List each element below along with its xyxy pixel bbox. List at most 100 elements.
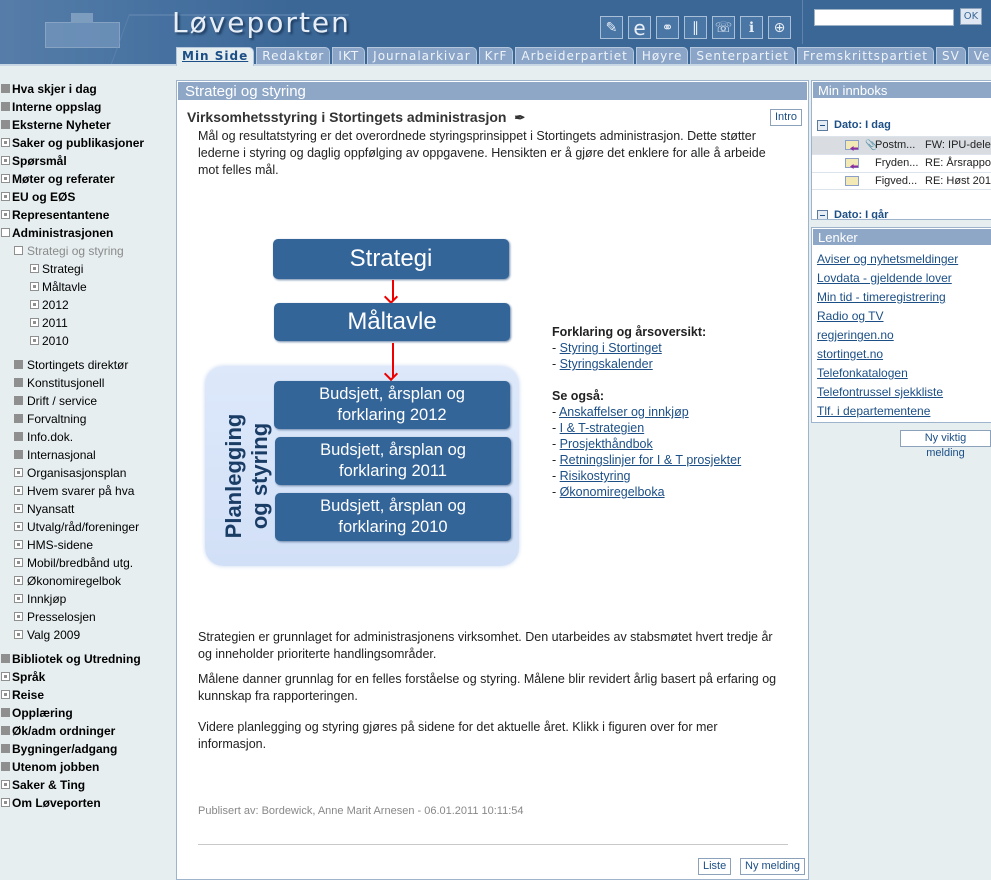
- collapsed-node-icon[interactable]: [30, 282, 39, 291]
- nav-item[interactable]: Måltavle: [0, 278, 172, 296]
- nav-item[interactable]: Bygninger/adgang: [0, 740, 172, 758]
- link-tlf-departementene[interactable]: Tlf. i departementene: [817, 402, 991, 421]
- nav-item-label[interactable]: Interne oppslag: [12, 98, 101, 116]
- collapsed-node-icon[interactable]: [30, 336, 39, 345]
- tab-senterpartiet[interactable]: Senterpartiet: [690, 47, 796, 64]
- mail-row[interactable]: Figved... RE: Høst 2011: [812, 172, 991, 190]
- list-button[interactable]: Liste: [698, 858, 732, 875]
- tab-krf[interactable]: KrF: [478, 47, 514, 64]
- nav-item-label[interactable]: Spørsmål: [12, 152, 67, 170]
- nav-item-label[interactable]: Presselosjen: [27, 608, 96, 626]
- nav-item-label[interactable]: Bibliotek og Utredning: [12, 650, 141, 668]
- tab-ikt[interactable]: IKT: [332, 47, 366, 64]
- nav-item-label[interactable]: Utvalg/råd/foreninger: [27, 518, 139, 536]
- nav-item-label[interactable]: Administrasjonen: [12, 224, 113, 242]
- link-radio-tv[interactable]: Radio og TV: [817, 307, 991, 326]
- collapsed-node-icon[interactable]: [1, 210, 10, 219]
- nav-item[interactable]: Forvaltning: [0, 410, 172, 428]
- nav-item[interactable]: Reise: [0, 686, 172, 704]
- nav-item[interactable]: Møter og referater: [0, 170, 172, 188]
- nav-item[interactable]: Hvem svarer på hva: [0, 482, 172, 500]
- collapsed-node-icon[interactable]: [1, 780, 10, 789]
- nav-item[interactable]: Språk: [0, 668, 172, 686]
- inbox-group-today[interactable]: Dato: I dag: [817, 119, 891, 131]
- search-input[interactable]: [814, 9, 954, 26]
- collapsed-node-icon[interactable]: [30, 318, 39, 327]
- nav-item-label[interactable]: Info.dok.: [27, 428, 73, 446]
- diagram-box-budget-2010[interactable]: Budsjett, årsplan og forklaring 2010: [275, 493, 511, 541]
- nav-item[interactable]: Konstitusjonell: [0, 374, 172, 392]
- nav-item[interactable]: Mobil/bredbånd utg.: [0, 554, 172, 572]
- nav-item-label[interactable]: Strategi: [42, 260, 83, 278]
- link-risikostyring[interactable]: Risikostyring: [560, 469, 631, 483]
- nav-item[interactable]: Nyansatt: [0, 500, 172, 518]
- nav-item-label[interactable]: 2010: [42, 332, 69, 350]
- collapse-icon[interactable]: [817, 119, 828, 131]
- link-styringskalender[interactable]: Styringskalender: [560, 357, 653, 371]
- nav-item-label[interactable]: Representantene: [12, 206, 109, 224]
- nav-item-label[interactable]: 2012: [42, 296, 69, 314]
- nav-item[interactable]: EU og EØS: [0, 188, 172, 206]
- mail-row[interactable]: Fryden... RE: Årsrappo: [812, 154, 991, 172]
- link-prosjekthandbok[interactable]: Prosjekthåndbok: [560, 437, 653, 451]
- nav-item[interactable]: 2011: [0, 314, 172, 332]
- globe-search-icon[interactable]: ⊕: [768, 16, 791, 39]
- tab-journalarkivar[interactable]: Journalarkivar: [367, 47, 477, 64]
- link-aviser[interactable]: Aviser og nyhetsmeldinger: [817, 250, 991, 269]
- tab-fremskrittspartiet[interactable]: Fremskrittspartiet: [797, 47, 934, 64]
- diagram-box-budget-2011[interactable]: Budsjett, årsplan og forklaring 2011: [275, 437, 511, 485]
- collapsed-node-icon[interactable]: [14, 612, 23, 621]
- link-anskaffelser[interactable]: Anskaffelser og innkjøp: [559, 405, 689, 419]
- nav-item[interactable]: Om Løveporten: [0, 794, 172, 812]
- nav-item-label[interactable]: Utenom jobben: [12, 758, 99, 776]
- collapsed-node-icon[interactable]: [1, 672, 10, 681]
- nav-item[interactable]: Valg 2009: [0, 626, 172, 644]
- nav-item-label[interactable]: Konstitusjonell: [27, 374, 104, 392]
- nav-item-label[interactable]: Språk: [12, 668, 45, 686]
- nav-item-label[interactable]: Strategi og styring: [27, 242, 124, 260]
- nav-item-label[interactable]: Organisasjonsplan: [27, 464, 126, 482]
- link-chain-icon[interactable]: ⚭: [656, 16, 679, 39]
- new-important-message-button[interactable]: Ny viktig melding: [900, 430, 991, 459]
- collapse-icon[interactable]: [817, 209, 828, 219]
- nav-item-label[interactable]: Stortingets direktør: [27, 356, 128, 374]
- nav-item[interactable]: Stortingets direktør: [0, 356, 172, 374]
- nav-item[interactable]: Opplæring: [0, 704, 172, 722]
- mail-row[interactable]: 📎 Postm... FW: IPU-dele: [812, 136, 991, 154]
- nav-item[interactable]: Administrasjonen: [0, 224, 172, 242]
- nav-item-label[interactable]: Måltavle: [42, 278, 87, 296]
- collapsed-node-icon[interactable]: [1, 174, 10, 183]
- collapsed-node-icon[interactable]: [1, 156, 10, 165]
- diagram-box-maltavle[interactable]: Måltavle: [274, 303, 510, 341]
- tab-redaktor[interactable]: Redaktør: [256, 47, 331, 64]
- nav-item-label[interactable]: EU og EØS: [12, 188, 75, 206]
- collapsed-node-icon[interactable]: [14, 630, 23, 639]
- tab-sv[interactable]: SV: [935, 47, 966, 64]
- nav-item[interactable]: Drift / service: [0, 392, 172, 410]
- link-min-tid[interactable]: Min tid - timeregistrering: [817, 288, 991, 307]
- nav-item-label[interactable]: Mobil/bredbånd utg.: [27, 554, 133, 572]
- nav-item-label[interactable]: Hvem svarer på hva: [27, 482, 134, 500]
- link-styring-i-stortinget[interactable]: Styring i Stortinget: [560, 341, 662, 355]
- nav-item-label[interactable]: Saker og publikasjoner: [12, 134, 144, 152]
- nav-item[interactable]: Representantene: [0, 206, 172, 224]
- fork-knife-icon[interactable]: ∥: [684, 16, 707, 39]
- collapsed-node-icon[interactable]: [14, 522, 23, 531]
- diagram-box-strategi[interactable]: Strategi: [273, 239, 509, 279]
- collapsed-node-icon[interactable]: [1, 192, 10, 201]
- nav-item[interactable]: Internasjonal: [0, 446, 172, 464]
- nav-item-label[interactable]: Møter og referater: [12, 170, 115, 188]
- nav-item[interactable]: Økonomiregelbok: [0, 572, 172, 590]
- link-stortinget[interactable]: stortinget.no: [817, 345, 991, 364]
- new-message-button[interactable]: Ny melding: [740, 858, 806, 875]
- link-retningslinjer[interactable]: Retningslinjer for I & T prosjekter: [560, 453, 742, 467]
- inbox-group-yesterday[interactable]: Dato: I går: [817, 209, 888, 219]
- nav-item[interactable]: Strategi og styring: [0, 242, 172, 260]
- search-ok-button[interactable]: OK: [960, 8, 982, 25]
- nav-item-label[interactable]: HMS-sidene: [27, 536, 93, 554]
- nav-item-label[interactable]: Drift / service: [27, 392, 97, 410]
- link-telefontrussel[interactable]: Telefontrussel sjekkliste: [817, 383, 991, 402]
- collapsed-node-icon[interactable]: [1, 138, 10, 147]
- nav-item-label[interactable]: Nyansatt: [27, 500, 74, 518]
- collapsed-node-icon[interactable]: [14, 540, 23, 549]
